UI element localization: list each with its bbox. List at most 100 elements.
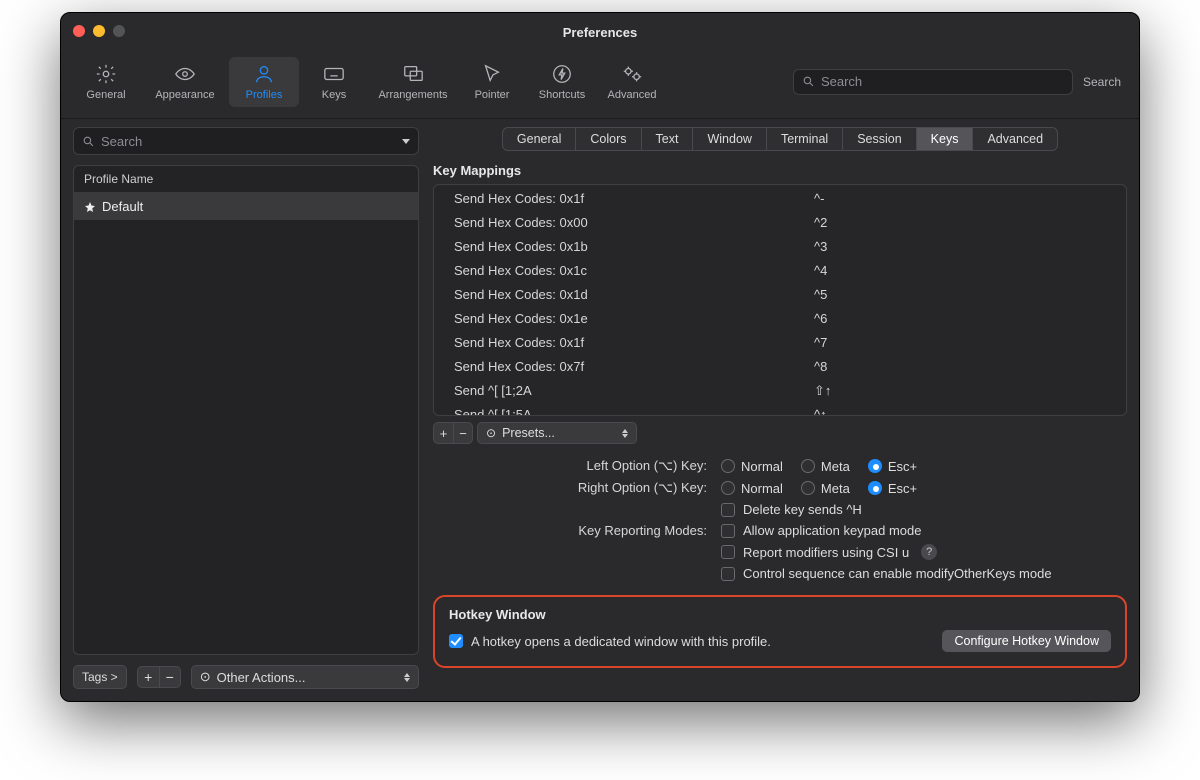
- toolbar-label: General: [86, 89, 125, 101]
- profile-list: Profile Name Default: [73, 165, 419, 655]
- ellipsis-icon: ⊙: [486, 426, 496, 440]
- checkbox-icon: [449, 634, 463, 648]
- mapping-row[interactable]: Send ^[ [1;2A⇧↑: [434, 379, 1126, 403]
- add-profile-button[interactable]: +: [137, 666, 159, 688]
- tab-keys[interactable]: Keys: [917, 128, 974, 150]
- mapping-row[interactable]: Send Hex Codes: 0x1f^7: [434, 331, 1126, 355]
- tab-window[interactable]: Window: [693, 128, 766, 150]
- mapping-shortcut: ^5: [814, 285, 1106, 305]
- hotkey-title: Hotkey Window: [449, 607, 1111, 622]
- mapping-shortcut: ^4: [814, 261, 1106, 281]
- titlebar: Preferences: [61, 13, 1139, 51]
- mapping-action: Send Hex Codes: 0x00: [454, 213, 814, 233]
- sidebar-footer: Tags > + − ⊙Other Actions...: [73, 665, 419, 689]
- star-icon: [84, 201, 96, 213]
- allow-keypad-checkbox[interactable]: Allow application keypad mode: [721, 523, 922, 538]
- left-option-escplus[interactable]: Esc+: [868, 459, 917, 474]
- chevron-down-icon: [402, 139, 410, 144]
- eye-icon: [173, 63, 197, 85]
- profile-tabs: General Colors Text Window Terminal Sess…: [433, 127, 1127, 151]
- mapping-row[interactable]: Send Hex Codes: 0x1d^5: [434, 283, 1126, 307]
- toolbar-general[interactable]: General: [71, 57, 141, 107]
- remove-mapping-button[interactable]: −: [453, 422, 473, 444]
- left-option-normal[interactable]: Normal: [721, 459, 783, 474]
- mapping-row[interactable]: Send ^[ [1;5A^↑: [434, 403, 1126, 415]
- hotkey-enable-checkbox[interactable]: A hotkey opens a dedicated window with t…: [449, 634, 771, 649]
- person-icon: [252, 63, 276, 85]
- gears-icon: [620, 63, 644, 85]
- windows-icon: [401, 63, 425, 85]
- search-placeholder: Search: [821, 74, 862, 89]
- profile-row-default[interactable]: Default: [74, 193, 418, 220]
- configure-hotkey-button[interactable]: Configure Hotkey Window: [942, 630, 1111, 652]
- key-mappings-table[interactable]: Send Hex Codes: 0x1f^-Send Hex Codes: 0x…: [433, 184, 1127, 416]
- mapping-action: Send ^[ [1;2A: [454, 381, 814, 401]
- right-option-normal[interactable]: Normal: [721, 481, 783, 496]
- mapping-row[interactable]: Send Hex Codes: 0x1f^-: [434, 187, 1126, 211]
- presets-button[interactable]: ⊙Presets...: [477, 422, 637, 444]
- ellipsis-icon: ⊙: [200, 669, 211, 685]
- toolbar-keys[interactable]: Keys: [299, 57, 369, 107]
- main-toolbar: General Appearance Profiles Keys Arrange…: [61, 51, 1139, 119]
- key-mappings-footer: + − ⊙Presets...: [433, 422, 1127, 444]
- help-icon[interactable]: ?: [921, 544, 937, 560]
- mapping-shortcut: ^6: [814, 309, 1106, 329]
- search-label: Search: [1083, 75, 1121, 89]
- left-option-label: Left Option (⌥) Key:: [433, 458, 707, 474]
- right-option-escplus[interactable]: Esc+: [868, 481, 917, 496]
- close-icon[interactable]: [73, 25, 85, 37]
- mapping-action: Send Hex Codes: 0x1f: [454, 333, 814, 353]
- profile-search-placeholder: Search: [101, 134, 142, 149]
- toolbar-label: Shortcuts: [539, 89, 585, 101]
- mapping-shortcut: ^7: [814, 333, 1106, 353]
- mapping-row[interactable]: Send Hex Codes: 0x1c^4: [434, 259, 1126, 283]
- toolbar-label: Pointer: [475, 89, 510, 101]
- mapping-shortcut: ^↑: [814, 405, 1106, 415]
- tags-button[interactable]: Tags >: [73, 665, 127, 689]
- profile-search-input[interactable]: Search: [73, 127, 419, 155]
- tab-text[interactable]: Text: [642, 128, 694, 150]
- right-option-meta[interactable]: Meta: [801, 481, 850, 496]
- csi-u-checkbox[interactable]: Report modifiers using CSI u?: [721, 544, 937, 560]
- mapping-row[interactable]: Send Hex Codes: 0x00^2: [434, 211, 1126, 235]
- tab-terminal[interactable]: Terminal: [767, 128, 843, 150]
- mapping-shortcut: ^3: [814, 237, 1106, 257]
- reporting-label: Key Reporting Modes:: [433, 523, 707, 538]
- mapping-shortcut: ^2: [814, 213, 1106, 233]
- toolbar-arrangements[interactable]: Arrangements: [369, 57, 457, 107]
- add-mapping-button[interactable]: +: [433, 422, 453, 444]
- tab-colors[interactable]: Colors: [576, 128, 641, 150]
- toolbar-label: Advanced: [608, 89, 657, 101]
- tab-advanced[interactable]: Advanced: [973, 128, 1057, 150]
- search-input[interactable]: Search: [793, 69, 1073, 95]
- mapping-action: Send Hex Codes: 0x7f: [454, 357, 814, 377]
- key-mappings-title: Key Mappings: [433, 163, 1127, 178]
- pointer-icon: [480, 63, 504, 85]
- tab-general[interactable]: General: [503, 128, 576, 150]
- hotkey-window-section: Hotkey Window A hotkey opens a dedicated…: [433, 595, 1127, 668]
- mapping-row[interactable]: Send Hex Codes: 0x1b^3: [434, 235, 1126, 259]
- toolbar-advanced[interactable]: Advanced: [597, 57, 667, 107]
- tab-session[interactable]: Session: [843, 128, 916, 150]
- mapping-row[interactable]: Send Hex Codes: 0x1e^6: [434, 307, 1126, 331]
- remove-profile-button[interactable]: −: [159, 666, 181, 688]
- toolbar-pointer[interactable]: Pointer: [457, 57, 527, 107]
- mapping-row[interactable]: Send Hex Codes: 0x7f^8: [434, 355, 1126, 379]
- zoom-icon[interactable]: [113, 25, 125, 37]
- toolbar-profiles[interactable]: Profiles: [229, 57, 299, 107]
- chevron-updown-icon: [622, 429, 628, 438]
- other-actions-button[interactable]: ⊙Other Actions...: [191, 665, 419, 689]
- chevron-updown-icon: [404, 673, 410, 682]
- window-title: Preferences: [563, 25, 637, 40]
- search-icon: [82, 135, 95, 148]
- left-option-meta[interactable]: Meta: [801, 459, 850, 474]
- toolbar-appearance[interactable]: Appearance: [141, 57, 229, 107]
- key-options: Left Option (⌥) Key: Normal Meta Esc+ Ri…: [433, 458, 1127, 581]
- minimize-icon[interactable]: [93, 25, 105, 37]
- delete-sends-checkbox[interactable]: Delete key sends ^H: [721, 502, 862, 517]
- mapping-shortcut: ^8: [814, 357, 1106, 377]
- mapping-action: Send Hex Codes: 0x1b: [454, 237, 814, 257]
- modify-other-keys-checkbox[interactable]: Control sequence can enable modifyOtherK…: [721, 566, 1052, 581]
- toolbar-shortcuts[interactable]: Shortcuts: [527, 57, 597, 107]
- preferences-window: Preferences General Appearance Profiles …: [60, 12, 1140, 702]
